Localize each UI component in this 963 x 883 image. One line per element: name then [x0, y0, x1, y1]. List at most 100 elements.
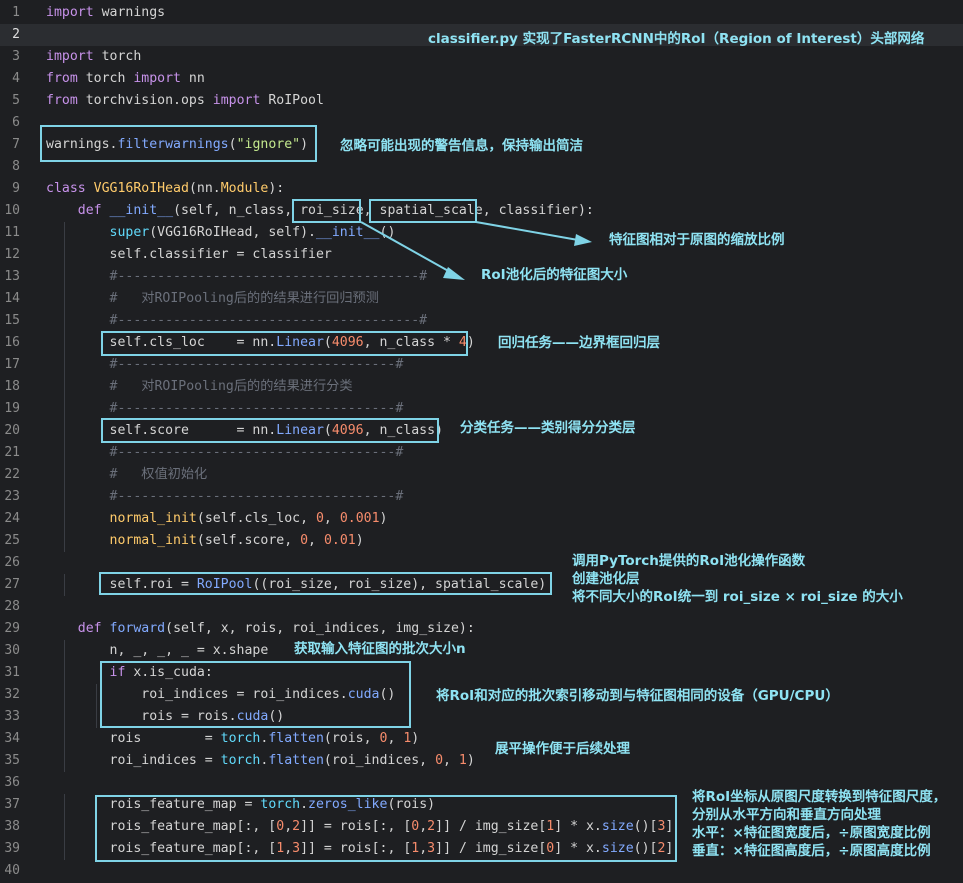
line-number: 2 — [12, 27, 20, 42]
roi-pool-annotation-line-2: 创建池化层 — [572, 571, 640, 587]
code-line[interactable]: 10 def __init__(self, n_class, roi_size,… — [0, 200, 963, 222]
feature-map-annotation-line-1: 将RoI坐标从原图尺度转换到特征图尺度， — [692, 789, 947, 805]
roi-size-highlight-box — [292, 199, 361, 223]
code-token: torchvision.ops — [77, 93, 213, 108]
code-line[interactable]: 3 import torch — [0, 46, 963, 68]
code-token: , — [308, 533, 324, 548]
code-token: 0.01 — [323, 533, 356, 548]
line-number: 36 — [4, 775, 20, 790]
code-line[interactable]: 5 from torchvision.ops import RoIPool — [0, 90, 963, 112]
line-number: 21 — [4, 445, 20, 460]
code-token: (self.cls_loc, — [196, 511, 316, 526]
code-token: roi_indices = — [46, 753, 221, 768]
code-token: rois = — [46, 731, 221, 746]
code-token: RoIPool — [260, 93, 324, 108]
code-token: self.classifier = classifier — [46, 247, 332, 262]
line-code: import warnings — [46, 2, 165, 24]
code-line[interactable]: 17 #-----------------------------------# — [0, 354, 963, 376]
code-token: (VGG16RoIHead, self). — [149, 225, 316, 240]
code-token: __init__ — [315, 225, 380, 240]
line-number: 38 — [4, 819, 20, 834]
line-number: 14 — [4, 291, 20, 306]
code-line[interactable]: 12 self.classifier = classifier — [0, 244, 963, 266]
code-token: def — [77, 203, 102, 218]
line-number: 12 — [4, 247, 20, 262]
code-line[interactable]: 35 roi_indices = torch.flatten(roi_indic… — [0, 750, 963, 772]
line-code: normal_init(self.score, 0, 0.01) — [46, 530, 364, 552]
code-token: , — [323, 511, 340, 526]
title-annotation: classifier.py 实现了FasterRCNN中的RoI（Region … — [428, 31, 925, 47]
code-line[interactable]: 22 # 权值初始化 — [0, 464, 963, 486]
code-line[interactable]: 14 # 对ROIPooling后的的结果进行回归预测 — [0, 288, 963, 310]
line-number: 32 — [4, 687, 20, 702]
line-code: import torch — [46, 46, 141, 68]
code-line[interactable]: 4 from torch import nn — [0, 68, 963, 90]
score-highlight-box — [101, 418, 439, 443]
line-number: 6 — [12, 115, 20, 130]
line-number: 23 — [4, 489, 20, 504]
code-token: import — [212, 93, 261, 108]
line-number: 37 — [4, 797, 20, 812]
code-line[interactable]: 24 normal_init(self.cls_loc, 0, 0.001) — [0, 508, 963, 530]
code-line[interactable]: 30 n, _, _, _ = x.shape — [0, 640, 963, 662]
line-number: 29 — [4, 621, 20, 636]
code-line[interactable]: 9 class VGG16RoIHead(nn.Module): — [0, 178, 963, 200]
code-line[interactable]: 25 normal_init(self.score, 0, 0.01) — [0, 530, 963, 552]
code-line[interactable]: 21 #-----------------------------------# — [0, 442, 963, 464]
code-line[interactable]: 29 def forward(self, x, rois, roi_indice… — [0, 618, 963, 640]
code-line[interactable]: 34 rois = torch.flatten(rois, 0, 1) — [0, 728, 963, 750]
line-number: 5 — [12, 93, 20, 108]
line-number: 17 — [4, 357, 20, 372]
line-code: normal_init(self.cls_loc, 0, 0.001) — [46, 508, 388, 530]
code-token: def — [77, 621, 102, 636]
code-line[interactable]: 11 super(VGG16RoIHead, self).__init__() — [0, 222, 963, 244]
code-line[interactable]: 1 import warnings — [0, 2, 963, 24]
code-token: ) — [355, 533, 364, 548]
code-token: from — [46, 93, 78, 108]
line-number: 10 — [4, 203, 20, 218]
code-token: n, _, _, _ = x.shape — [46, 643, 269, 658]
code-line[interactable]: 15 #------------------------------------… — [0, 310, 963, 332]
code-token: , — [443, 753, 459, 768]
code-token: ): — [268, 181, 285, 196]
line-code: #--------------------------------------# — [46, 310, 428, 332]
line-number: 11 — [4, 225, 20, 240]
line-number: 34 — [4, 731, 20, 746]
code-token: nn — [180, 71, 205, 86]
code-line[interactable]: 18 # 对ROIPooling后的的结果进行分类 — [0, 376, 963, 398]
code-token: 0 — [300, 533, 309, 548]
code-token: 0 — [435, 753, 444, 768]
code-token: # 对ROIPooling后的的结果进行分类 — [109, 379, 353, 394]
line-number: 19 — [4, 401, 20, 416]
code-token: ) — [379, 511, 388, 526]
line-code: #--------------------------------------# — [46, 266, 428, 288]
line-code: def forward(self, x, rois, roi_indices, … — [46, 618, 475, 640]
roi-size-annotation: RoI池化后的特征图大小 — [481, 267, 628, 283]
code-line[interactable]: 23 #-----------------------------------# — [0, 486, 963, 508]
cuda-annotation: 将RoI和对应的批次索引移动到与特征图相同的设备（GPU/CPU） — [436, 688, 839, 704]
line-code: # 权值初始化 — [46, 464, 208, 486]
code-token: flatten — [268, 753, 324, 768]
code-line[interactable]: 40 — [0, 860, 963, 882]
spatial-scale-highlight-box — [369, 199, 477, 223]
code-token: #-----------------------------------# — [109, 357, 404, 372]
code-line[interactable]: 19 #-----------------------------------# — [0, 398, 963, 420]
code-token: super — [109, 225, 150, 240]
line-number: 31 — [4, 665, 20, 680]
line-number: 4 — [12, 71, 20, 86]
cls-loc-highlight-box — [101, 331, 468, 356]
code-line[interactable]: 26 — [0, 552, 963, 574]
line-code: rois = torch.flatten(rois, 0, 1) — [46, 728, 420, 750]
code-token: ) — [466, 753, 475, 768]
code-token: from — [46, 71, 78, 86]
code-token: #-----------------------------------# — [109, 401, 404, 416]
line-code: from torch import nn — [46, 68, 205, 90]
shape-annotation: 获取输入特征图的批次大小n — [294, 641, 466, 657]
roi-pool-annotation-line-3: 将不同大小的RoI统一到 roi_size × roi_size 的大小 — [572, 589, 903, 605]
